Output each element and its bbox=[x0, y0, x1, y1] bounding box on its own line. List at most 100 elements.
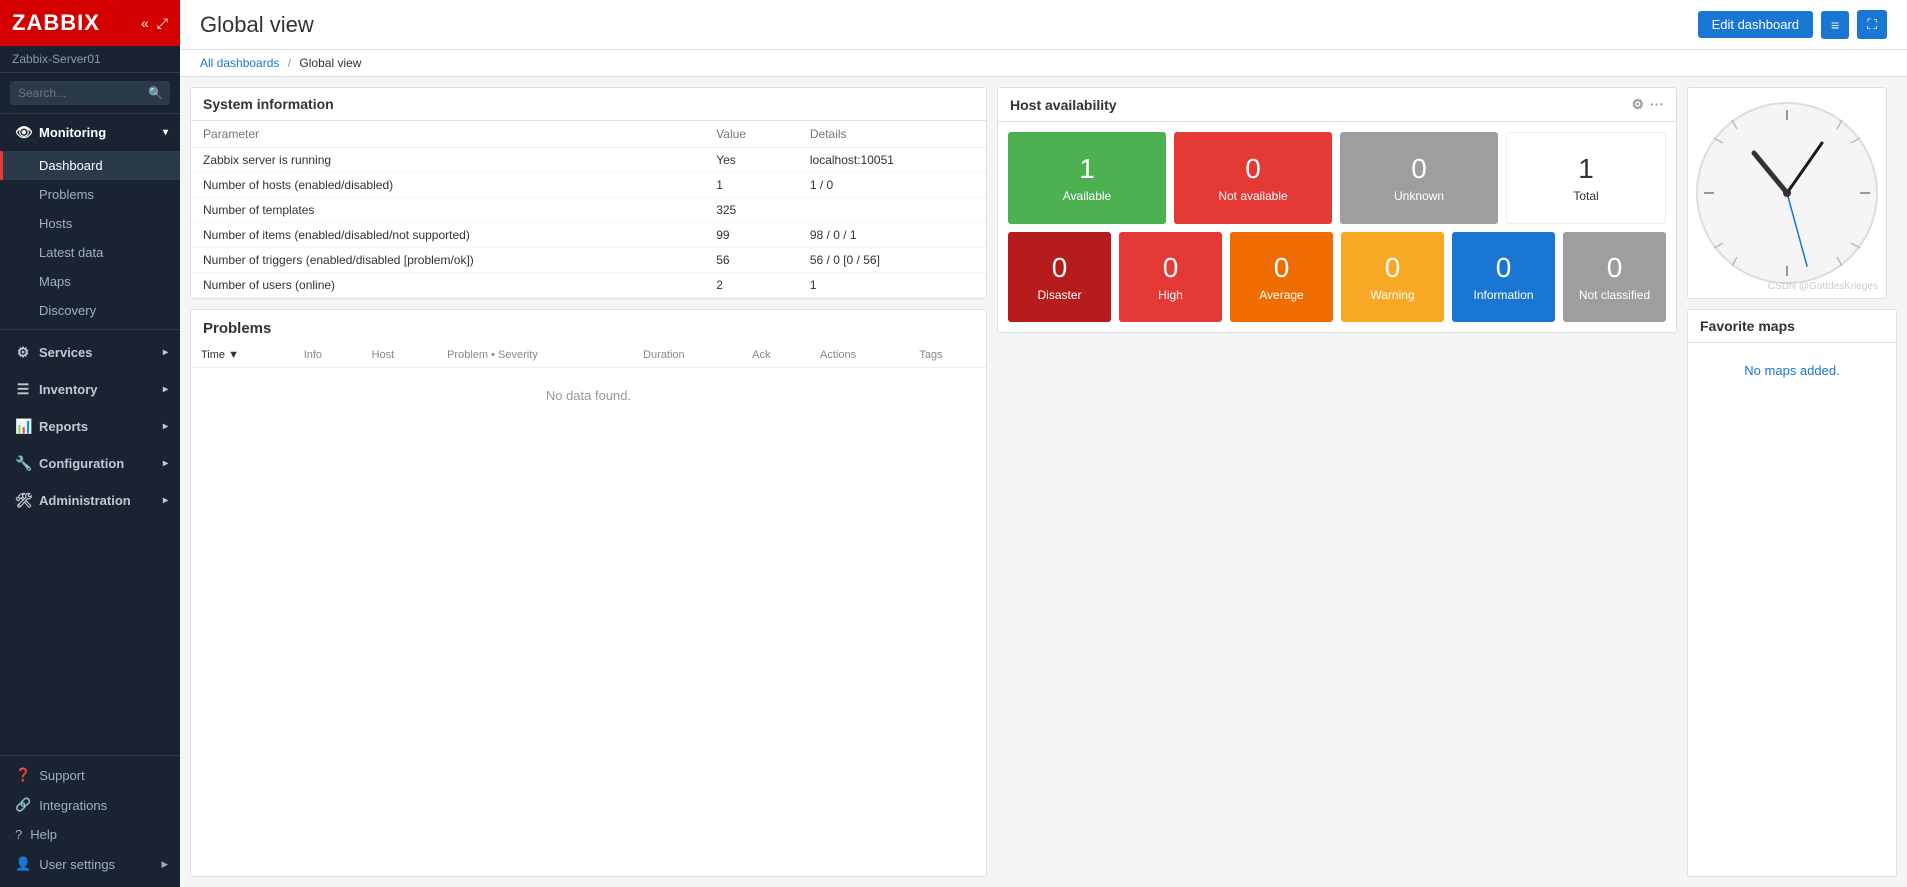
sysinfo-details-5: 1 bbox=[798, 273, 986, 298]
system-info-table: Parameter Value Details Zabbix server is… bbox=[191, 121, 986, 298]
col-value: Value bbox=[704, 121, 798, 148]
sysinfo-row-2: Number of templates325 bbox=[191, 198, 986, 223]
sidebar-server: Zabbix-Server01 bbox=[0, 46, 180, 73]
sysinfo-value-3: 99 bbox=[704, 223, 798, 248]
sidebar-item-integrations[interactable]: 🔗 Integrations bbox=[0, 790, 180, 820]
administration-chevron: ▸ bbox=[163, 495, 168, 506]
problems-col-0[interactable]: Time ▼ bbox=[191, 343, 294, 368]
col-details: Details bbox=[798, 121, 986, 148]
edit-dashboard-button[interactable]: Edit dashboard bbox=[1698, 11, 1813, 38]
avail-box-not-available[interactable]: 0Not available bbox=[1174, 132, 1332, 224]
support-icon: ❓ bbox=[15, 767, 31, 783]
problems-title: Problems bbox=[191, 310, 986, 343]
breadcrumb-current: Global view bbox=[299, 56, 361, 70]
problems-col-4: Duration bbox=[633, 343, 742, 368]
page-title: Global view bbox=[200, 12, 314, 38]
sidebar-item-discovery[interactable]: Discovery bbox=[0, 296, 180, 325]
sidebar-search-container: 🔍 bbox=[0, 73, 180, 114]
more-icon[interactable]: ··· bbox=[1650, 96, 1664, 113]
problems-col-2: Host bbox=[362, 343, 437, 368]
sysinfo-value-1: 1 bbox=[704, 173, 798, 198]
host-avail-grid: 1Available0Not available0Unknown1Total 0… bbox=[998, 122, 1676, 332]
sysinfo-row-1: Number of hosts (enabled/disabled)11 / 0 bbox=[191, 173, 986, 198]
list-view-button[interactable]: ≡ bbox=[1821, 11, 1849, 39]
sidebar-item-user-settings[interactable]: 👤 User settings ▸ bbox=[0, 849, 180, 879]
avail-severity-average[interactable]: 0Average bbox=[1230, 232, 1333, 322]
avail-total-num: 1 bbox=[1578, 153, 1594, 185]
right-column: Host availability ⚙ ··· 1Available0Not a… bbox=[997, 87, 1677, 877]
availability-bottom-row: 0Disaster0High0Average0Warning0Informati… bbox=[1008, 232, 1666, 322]
breadcrumb-all-dashboards[interactable]: All dashboards bbox=[200, 56, 279, 70]
search-input[interactable] bbox=[10, 81, 170, 105]
breadcrumb: All dashboards / Global view bbox=[180, 50, 1907, 77]
availability-top-row: 1Available0Not available0Unknown1Total bbox=[1008, 132, 1666, 224]
sidebar-item-dashboard[interactable]: Dashboard bbox=[0, 151, 180, 180]
collapse-sidebar-icon[interactable]: « bbox=[141, 15, 149, 32]
sidebar-item-support[interactable]: ❓ Support bbox=[0, 760, 180, 790]
sysinfo-param-2: Number of templates bbox=[191, 198, 704, 223]
resize-sidebar-icon[interactable]: ⤢ bbox=[157, 15, 168, 32]
inventory-label: Inventory bbox=[39, 382, 98, 397]
avail-box-total[interactable]: 1Total bbox=[1506, 132, 1666, 224]
sysinfo-value-5: 2 bbox=[704, 273, 798, 298]
sidebar-item-maps[interactable]: Maps bbox=[0, 267, 180, 296]
watermark: CSDN @GottdesKrieges bbox=[1768, 281, 1878, 292]
gear-icon[interactable]: ⚙ bbox=[1631, 96, 1644, 113]
host-availability-panel: Host availability ⚙ ··· 1Available0Not a… bbox=[997, 87, 1677, 333]
sidebar-item-administration[interactable]: 🛠 Administration ▸ bbox=[0, 482, 180, 519]
sidebar-item-problems[interactable]: Problems bbox=[0, 180, 180, 209]
dashboard-content: System information Parameter Value Detai… bbox=[180, 77, 1907, 887]
problems-col-6: Actions bbox=[810, 343, 909, 368]
far-right-column: CSDN @GottdesKrieges Favorite maps No ma… bbox=[1687, 87, 1897, 877]
sysinfo-value-0: Yes bbox=[704, 148, 798, 173]
system-info-title: System information bbox=[203, 96, 334, 112]
reports-label: Reports bbox=[39, 419, 88, 434]
configuration-icon: 🔧 bbox=[15, 455, 31, 472]
nav-section-monitoring: 👁 Monitoring ▾ Dashboard Problems Hosts … bbox=[0, 114, 180, 325]
avail-box-available[interactable]: 1Available bbox=[1008, 132, 1166, 224]
host-availability-actions: ⚙ ··· bbox=[1631, 96, 1664, 113]
nav-divider-1 bbox=[0, 329, 180, 330]
services-chevron: ▸ bbox=[163, 347, 168, 358]
system-info-body: Zabbix server is runningYeslocalhost:100… bbox=[191, 148, 986, 298]
sysinfo-row-5: Number of users (online)21 bbox=[191, 273, 986, 298]
sidebar-item-configuration[interactable]: 🔧 Configuration ▸ bbox=[0, 445, 180, 482]
sidebar-item-help[interactable]: ? Help bbox=[0, 820, 180, 849]
main-content: Global view Edit dashboard ≡ ⛶ All dashb… bbox=[180, 0, 1907, 887]
host-availability-title: Host availability bbox=[1010, 97, 1117, 113]
administration-label: Administration bbox=[39, 493, 131, 508]
user-icon: 👤 bbox=[15, 856, 31, 872]
sidebar-item-latest-data[interactable]: Latest data bbox=[0, 238, 180, 267]
help-icon: ? bbox=[15, 827, 22, 842]
sidebar-item-monitoring[interactable]: 👁 Monitoring ▾ bbox=[0, 114, 180, 151]
services-label: Services bbox=[39, 345, 93, 360]
avail-severity-warning[interactable]: 0Warning bbox=[1341, 232, 1444, 322]
sidebar-header: ZABBIX « ⤢ bbox=[0, 0, 180, 46]
services-icon: ⚙ bbox=[15, 344, 31, 361]
avail-box-unknown[interactable]: 0Unknown bbox=[1340, 132, 1498, 224]
integrations-icon: 🔗 bbox=[15, 797, 31, 813]
fullscreen-button[interactable]: ⛶ bbox=[1857, 10, 1887, 39]
user-settings-chevron: ▸ bbox=[161, 856, 168, 872]
favorite-maps-header: Favorite maps bbox=[1688, 310, 1896, 343]
configuration-label: Configuration bbox=[39, 456, 124, 471]
col-parameter: Parameter bbox=[191, 121, 704, 148]
favorite-maps-panel: Favorite maps No maps added. bbox=[1687, 309, 1897, 877]
sysinfo-value-4: 56 bbox=[704, 248, 798, 273]
topbar: Global view Edit dashboard ≡ ⛶ bbox=[180, 0, 1907, 50]
monitoring-label: Monitoring bbox=[39, 125, 106, 140]
sysinfo-details-4: 56 / 0 [0 / 56] bbox=[798, 248, 986, 273]
avail-severity-high[interactable]: 0High bbox=[1119, 232, 1222, 322]
avail-severity-information[interactable]: 0Information bbox=[1452, 232, 1555, 322]
avail-severity-not-classified[interactable]: 0Not classified bbox=[1563, 232, 1666, 322]
sysinfo-row-4: Number of triggers (enabled/disabled [pr… bbox=[191, 248, 986, 273]
sidebar-controls: « ⤢ bbox=[141, 15, 168, 32]
sysinfo-param-5: Number of users (online) bbox=[191, 273, 704, 298]
problems-col-1: Info bbox=[294, 343, 362, 368]
sidebar-item-inventory[interactable]: ☰ Inventory ▸ bbox=[0, 371, 180, 408]
sidebar-item-services[interactable]: ⚙ Services ▸ bbox=[0, 334, 180, 371]
sidebar-item-reports[interactable]: 📊 Reports ▸ bbox=[0, 408, 180, 445]
avail-severity-disaster[interactable]: 0Disaster bbox=[1008, 232, 1111, 322]
sidebar-item-hosts[interactable]: Hosts bbox=[0, 209, 180, 238]
problems-header-row: Time ▼InfoHostProblem • SeverityDuration… bbox=[191, 343, 986, 368]
